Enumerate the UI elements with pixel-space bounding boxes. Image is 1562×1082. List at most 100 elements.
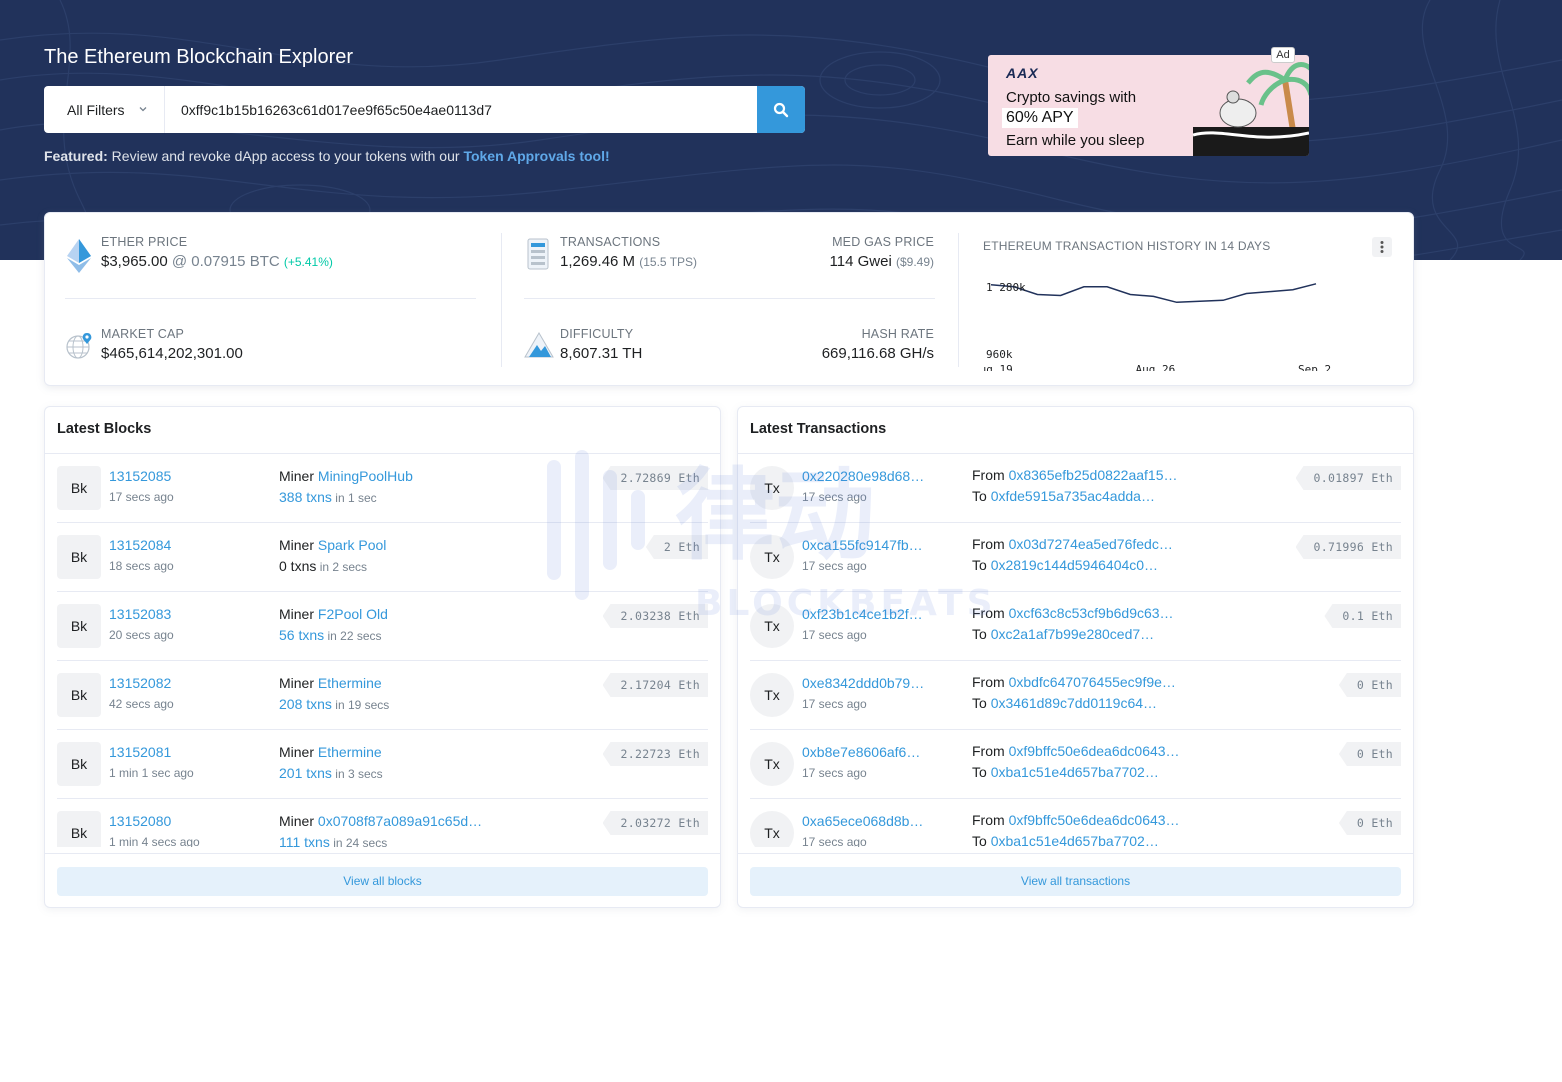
tx-value: 0 Eth <box>1338 811 1401 835</box>
transaction-row: Tx 0xb8e7e8606af6… 17 secs ago From 0xf9bff… <box>750 730 1401 799</box>
chart-title: Ethereum Transaction History in 14 Days <box>983 239 1271 253</box>
block-badge: Bk <box>57 811 101 847</box>
to-address-link[interactable]: 0xba1c51e4d657ba7702… <box>991 833 1159 847</box>
chevron-down-icon <box>139 107 147 112</box>
block-age: 1 min 1 sec ago <box>109 766 194 780</box>
tx-hash-link[interactable]: 0x220280e98d68… <box>802 468 924 484</box>
gas-price-label: Med Gas Price <box>832 235 934 249</box>
block-badge: Bk <box>57 604 101 648</box>
difficulty-icon <box>524 332 554 358</box>
from-address-link[interactable]: 0xf9bffc50e6dea6dc0643… <box>1009 743 1180 759</box>
block-txns-link[interactable]: 111 txns <box>279 834 330 847</box>
to-address-link[interactable]: 0xc2a1af7b99e280ced7… <box>991 626 1154 642</box>
to-address-link[interactable]: 0xfde5915a735ac4adda… <box>991 488 1155 504</box>
tx-hash-link[interactable]: 0xa65ece068d8b… <box>802 813 923 829</box>
block-age: 20 secs ago <box>109 628 174 642</box>
view-all-transactions-button[interactable]: View all transactions <box>750 867 1401 896</box>
token-approvals-link[interactable]: Token Approvals tool! <box>463 148 609 164</box>
search-input[interactable] <box>165 86 757 133</box>
tx-age: 17 secs ago <box>802 835 867 847</box>
block-age: 18 secs ago <box>109 559 174 573</box>
transactions-label: Transactions <box>560 235 661 249</box>
transaction-badge: Tx <box>750 466 794 510</box>
miner-label: Miner <box>279 468 318 484</box>
block-txns-link[interactable]: 388 txns <box>279 489 332 505</box>
from-label: From <box>972 536 1009 552</box>
miner-link[interactable]: MiningPoolHub <box>318 468 413 484</box>
block-reward: 2 Eth <box>645 535 708 559</box>
chart-menu-button[interactable] <box>1372 237 1392 257</box>
globe-icon <box>66 333 92 359</box>
from-address-link[interactable]: 0xbdfc647076455ec9f9e… <box>1009 674 1176 690</box>
tx-age: 17 secs ago <box>802 766 867 780</box>
featured-text: Review and revoke dApp access to your to… <box>107 148 464 164</box>
block-time: in 19 secs <box>335 698 390 712</box>
tx-age: 17 secs ago <box>802 559 867 573</box>
latest-transactions-title: Latest Transactions <box>738 407 1413 454</box>
tx-hash-link[interactable]: 0xb8e7e8606af6… <box>802 744 920 760</box>
block-number-link[interactable]: 13152080 <box>109 813 171 829</box>
to-label: To <box>972 695 991 711</box>
view-all-blocks-button[interactable]: View all blocks <box>57 867 708 896</box>
palm-tree-illustration <box>1193 62 1309 156</box>
market-cap-value: $465,614,202,301.00 <box>101 345 243 362</box>
to-address-link[interactable]: 0x2819c144d5946404c0… <box>991 557 1158 573</box>
miner-link[interactable]: 0x0708f87a089a91c65d… <box>318 813 482 829</box>
search-icon <box>773 102 789 117</box>
to-address-link[interactable]: 0x3461d89c7dd0119c64… <box>991 695 1157 711</box>
more-vertical-icon <box>1380 241 1384 253</box>
block-time: in 24 secs <box>333 836 388 847</box>
ad-banner[interactable]: AAX Crypto savings with 60% APY Earn whi… <box>988 55 1309 156</box>
search-button[interactable] <box>757 86 805 133</box>
to-label: To <box>972 626 991 642</box>
tx-hash-link[interactable]: 0xe8342ddd0b79… <box>802 675 924 691</box>
to-label: To <box>972 488 991 504</box>
featured-label: Featured: <box>44 148 108 164</box>
filter-dropdown[interactable]: All Filters <box>44 86 165 133</box>
tx-value: 0.01897 Eth <box>1295 466 1401 490</box>
hash-rate-label: Hash Rate <box>861 327 934 341</box>
from-label: From <box>972 674 1009 690</box>
miner-link[interactable]: Spark Pool <box>318 537 386 553</box>
from-address-link[interactable]: 0xf9bffc50e6dea6dc0643… <box>1009 812 1180 828</box>
latest-blocks-panel: Latest Blocks Bk 13152085 17 secs ago Miner… <box>44 406 721 908</box>
block-row: Bk 13152085 17 secs ago Miner MiningPoolHub… <box>57 454 708 523</box>
block-age: 17 secs ago <box>109 490 174 504</box>
miner-link[interactable]: Ethermine <box>318 744 382 760</box>
difficulty-label: Difficulty <box>560 327 634 341</box>
miner-link[interactable]: F2Pool Old <box>318 606 388 622</box>
market-cap-label: Market Cap <box>101 327 185 341</box>
block-txns-link[interactable]: 56 txns <box>279 627 324 643</box>
block-number-link[interactable]: 13152081 <box>109 744 171 760</box>
from-address-link[interactable]: 0xcf63c8c53cf9b6d9c63… <box>1009 605 1174 621</box>
from-label: From <box>972 605 1009 621</box>
ad-line-2: 60% APY <box>1002 108 1078 128</box>
transaction-badge: Tx <box>750 535 794 579</box>
chart-x-tick: Sep 2 <box>1298 363 1331 371</box>
tx-hash-link[interactable]: 0xf23b1c4ce1b2f… <box>802 606 923 622</box>
block-reward: 2.03238 Eth <box>602 604 708 628</box>
to-address-link[interactable]: 0xba1c51e4d657ba7702… <box>991 764 1159 780</box>
block-number-link[interactable]: 13152082 <box>109 675 171 691</box>
latest-transactions-panel: Latest Transactions Tx 0x220280e98d68… 17 … <box>737 406 1414 908</box>
server-icon <box>527 238 549 270</box>
ether-price-label: Ether Price <box>101 235 188 249</box>
from-address-link[interactable]: 0x03d7274ea5ed76fedc… <box>1009 536 1173 552</box>
tx-value: 0 Eth <box>1338 742 1401 766</box>
transaction-row: Tx 0x220280e98d68… 17 secs ago From 0x8365e… <box>750 454 1401 523</box>
tx-hash-link[interactable]: 0xca155fc9147fb… <box>802 537 923 553</box>
block-number-link[interactable]: 13152085 <box>109 468 171 484</box>
block-time: in 2 secs <box>319 560 368 574</box>
block-number-link[interactable]: 13152083 <box>109 606 171 622</box>
block-badge: Bk <box>57 742 101 786</box>
block-txns-link[interactable]: 208 txns <box>279 696 332 712</box>
block-age: 42 secs ago <box>109 697 174 711</box>
from-address-link[interactable]: 0x8365efb25d0822aaf15… <box>1009 467 1178 483</box>
miner-link[interactable]: Ethermine <box>318 675 382 691</box>
ad-line-3: Earn while you sleep <box>1006 132 1145 149</box>
ad-line-1: Crypto savings with <box>1006 89 1137 106</box>
chart-x-tick: Aug 19 <box>983 363 1013 371</box>
to-label: To <box>972 557 991 573</box>
block-txns-link[interactable]: 201 txns <box>279 765 332 781</box>
block-number-link[interactable]: 13152084 <box>109 537 171 553</box>
